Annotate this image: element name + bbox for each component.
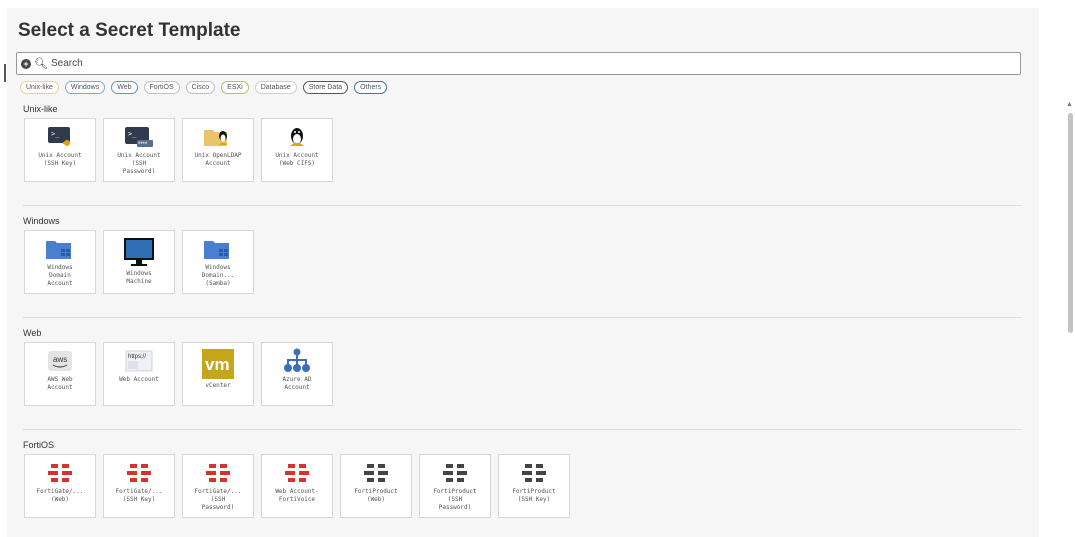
template-grid: Windows Domain Account Windows Machine Win… <box>24 230 254 294</box>
fortinet-red-icon <box>202 461 234 485</box>
aws-icon: aws <box>44 349 76 373</box>
template-label: FortiProduct (Web) <box>354 488 398 503</box>
template-tile[interactable]: FortiGate/... (SSH Password) <box>182 454 254 518</box>
section-title: Unix-like <box>23 104 58 114</box>
template-tile[interactable]: aws AWS Web Account <box>24 342 96 406</box>
template-label: FortiGate/... (Web) <box>36 488 84 503</box>
section-title: Windows <box>23 216 60 226</box>
template-label: Web Account <box>119 376 159 383</box>
scroll-up-icon[interactable]: ▲ <box>1066 101 1073 108</box>
search-bar[interactable]: + 🔍︎ <box>16 52 1021 75</box>
template-label: Azure AD Account <box>282 376 312 391</box>
add-filter-icon[interactable]: + <box>21 58 31 69</box>
template-label: Windows Domain Account <box>47 264 73 287</box>
filter-chip-web[interactable]: Web <box>111 81 138 94</box>
fortinet-red-icon <box>281 461 313 485</box>
left-edge-marker <box>4 64 6 82</box>
windows-folder-icon <box>44 237 76 261</box>
filter-chip-others[interactable]: Others <box>354 81 388 94</box>
filter-chip-unix-like[interactable]: Unix-like <box>20 81 59 94</box>
svg-text:****: **** <box>138 142 148 148</box>
template-label: FortiGate/... (SSH Password) <box>194 488 242 511</box>
template-label: Web Account- FortiVoice <box>275 488 319 503</box>
template-tile[interactable]: FortiGate/... (Web) <box>24 454 96 518</box>
template-grid: FortiGate/... (Web) FortiGate/... (SSH Ke… <box>24 454 570 518</box>
svg-text:>_: >_ <box>51 130 60 138</box>
template-tile[interactable]: FortiProduct (SSH Key) <box>498 454 570 518</box>
template-tile[interactable]: >_ **** Unix Account (SSH Password) <box>103 118 175 182</box>
template-grid: aws AWS Web Account https://Web Account vm v… <box>24 342 333 406</box>
filter-chip-fortios[interactable]: FortiOS <box>143 81 180 94</box>
windows-folder-icon <box>202 237 234 261</box>
template-tile[interactable]: Unix Account (Web CIFS) <box>261 118 333 182</box>
filter-chip-cisco[interactable]: Cisco <box>185 81 216 94</box>
https-icon: https:// <box>123 349 155 373</box>
section-divider <box>23 317 1021 318</box>
scrollbar-thumb[interactable] <box>1068 113 1073 333</box>
search-icon: 🔍︎ <box>34 58 48 70</box>
filter-chip-esxi[interactable]: ESXi <box>221 81 249 94</box>
template-label: FortiProduct (SSH Password) <box>433 488 477 511</box>
section-divider <box>23 429 1021 430</box>
page-title: Select a Secret Template <box>18 20 241 41</box>
section-divider <box>23 205 1021 206</box>
template-label: FortiProduct (SSH Key) <box>512 488 556 503</box>
template-label: AWS Web Account <box>47 376 73 391</box>
svg-text:>_: >_ <box>128 130 137 138</box>
filter-chip-windows[interactable]: Windows <box>64 81 106 94</box>
template-label: Unix OpenLDAP Account <box>194 152 242 167</box>
template-label: Unix Account (SSH Key) <box>38 152 82 167</box>
filter-chip-store-data[interactable]: Store Data <box>302 81 349 94</box>
fortinet-red-icon <box>123 461 155 485</box>
fortinet-dark-icon <box>439 461 471 485</box>
terminal-password-icon: >_ **** <box>123 125 155 149</box>
terminal-key-icon: >_ <box>44 125 76 149</box>
template-tile[interactable]: FortiGate/... (SSH Key) <box>103 454 175 518</box>
template-tile[interactable]: Windows Domain... (Samba) <box>182 230 254 294</box>
linux-penguin-icon <box>281 125 313 149</box>
monitor-icon <box>123 237 155 267</box>
template-tile[interactable]: Azure AD Account <box>261 342 333 406</box>
fortinet-dark-icon <box>518 461 550 485</box>
template-tile[interactable]: Windows Domain Account <box>24 230 96 294</box>
svg-text:vm: vm <box>205 355 230 374</box>
fortinet-red-icon <box>44 461 76 485</box>
template-grid: >_ Unix Account (SSH Key) >_ **** Unix Accou… <box>24 118 333 182</box>
template-label: Windows Domain... (Samba) <box>201 264 235 287</box>
section-title: FortiOS <box>23 440 55 450</box>
template-label: Windows Machine <box>126 270 152 285</box>
template-label: Unix Account (SSH Password) <box>117 152 161 175</box>
fortinet-dark-icon <box>360 461 392 485</box>
section-title: Web <box>23 328 42 338</box>
template-tile[interactable]: FortiProduct (SSH Password) <box>419 454 491 518</box>
template-label: Unix Account (Web CIFS) <box>275 152 319 167</box>
template-tile[interactable]: Web Account- FortiVoice <box>261 454 333 518</box>
filter-chip-database[interactable]: Database <box>254 81 297 94</box>
template-tile[interactable]: Unix OpenLDAP Account <box>182 118 254 182</box>
svg-text:https://: https:// <box>128 354 146 360</box>
template-tile[interactable]: vm vCenter <box>182 342 254 406</box>
template-label: FortiGate/... (SSH Key) <box>115 488 163 503</box>
template-label: vCenter <box>205 382 231 389</box>
template-tile[interactable]: Windows Machine <box>103 230 175 294</box>
search-input[interactable] <box>50 58 951 69</box>
folder-linux-icon <box>202 125 234 149</box>
svg-text:aws: aws <box>53 355 67 364</box>
template-tile[interactable]: FortiProduct (Web) <box>340 454 412 518</box>
template-tile[interactable]: https:// Web Account <box>103 342 175 406</box>
network-hierarchy-icon <box>281 348 313 373</box>
filter-chips: Unix-like Windows Web FortiOS Cisco ESXi Datab… <box>20 81 388 94</box>
vmware-icon: vm <box>202 349 234 379</box>
template-tile[interactable]: >_ Unix Account (SSH Key) <box>24 118 96 182</box>
